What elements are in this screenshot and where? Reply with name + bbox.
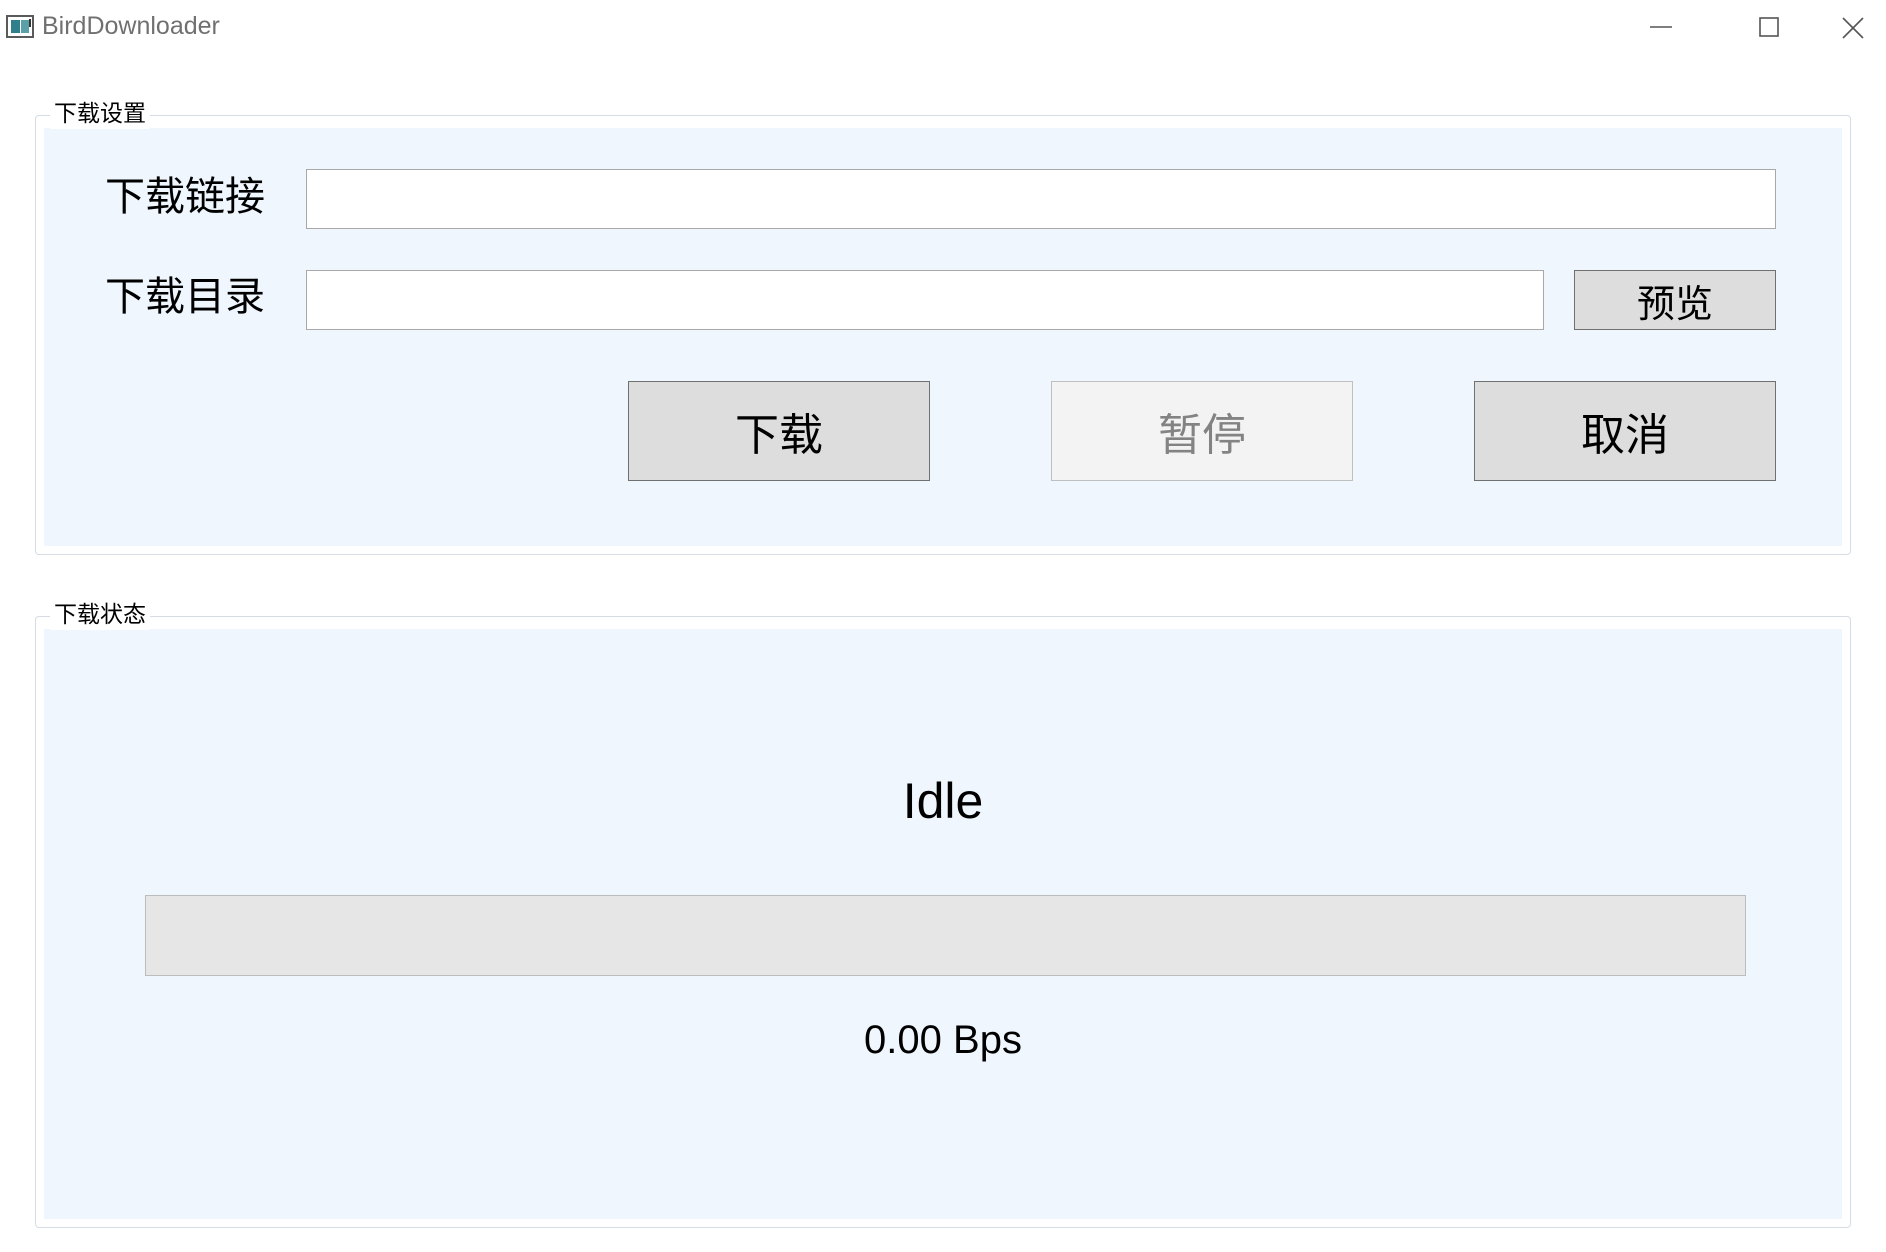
title-bar[interactable]: BirdDownloader bbox=[0, 0, 1886, 54]
directory-label: 下载目录 bbox=[105, 274, 265, 320]
close-icon bbox=[1842, 17, 1864, 39]
download-button[interactable]: 下载 bbox=[628, 381, 930, 481]
app-window: BirdDownloader 下载设置 下载链接 下载目录 预览 下载 暂停 取… bbox=[0, 0, 1886, 1252]
status-text: Idle bbox=[902, 773, 984, 829]
pause-button-label: 暂停 bbox=[1158, 410, 1246, 461]
close-button[interactable] bbox=[1818, 6, 1878, 48]
app-window-icon bbox=[6, 15, 34, 38]
browse-button-label: 预览 bbox=[1636, 281, 1713, 326]
download-progress-bar bbox=[145, 895, 1746, 976]
url-label: 下载链接 bbox=[105, 174, 265, 220]
window-title: BirdDownloader bbox=[42, 12, 220, 40]
cancel-button-label: 取消 bbox=[1581, 410, 1669, 461]
download-status-title: 下载状态 bbox=[50, 600, 150, 630]
pause-button[interactable]: 暂停 bbox=[1051, 381, 1353, 481]
download-settings-title: 下载设置 bbox=[50, 99, 150, 129]
minimize-button[interactable] bbox=[1636, 6, 1696, 48]
cancel-button[interactable]: 取消 bbox=[1474, 381, 1776, 481]
maximize-button[interactable] bbox=[1726, 6, 1786, 48]
maximize-icon bbox=[1759, 17, 1779, 37]
download-button-label: 下载 bbox=[735, 410, 823, 461]
browse-button[interactable]: 预览 bbox=[1574, 270, 1776, 330]
directory-input[interactable] bbox=[306, 270, 1544, 330]
minimize-icon bbox=[1650, 26, 1672, 28]
url-input[interactable] bbox=[306, 169, 1776, 229]
speed-text: 0.00 Bps bbox=[864, 1018, 1022, 1062]
